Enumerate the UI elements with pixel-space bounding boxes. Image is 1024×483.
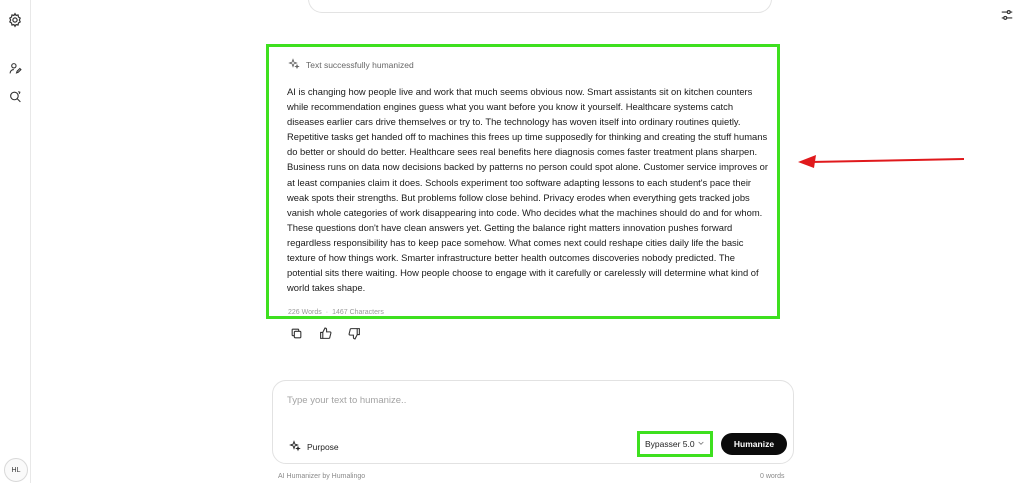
previous-message-card bbox=[308, 0, 772, 13]
footer-credit: AI Humanizer by Humalingo bbox=[278, 473, 366, 480]
status-line: Text successfully humanized bbox=[288, 58, 414, 72]
purpose-label: Purpose bbox=[307, 442, 339, 452]
input-card: Purpose Bypasser 5.0 Humanize bbox=[272, 380, 794, 464]
chevron-down-icon bbox=[697, 439, 705, 449]
search-refresh-icon[interactable] bbox=[5, 86, 25, 106]
text-stats: 226 Words · 1467 Characters bbox=[288, 309, 384, 316]
stats-separator: · bbox=[325, 309, 329, 316]
arrow-annotation-icon bbox=[798, 155, 965, 168]
model-label: Bypasser 5.0 bbox=[645, 439, 695, 449]
gear-icon[interactable] bbox=[5, 10, 25, 30]
humanized-text: AI is changing how people live and work … bbox=[287, 86, 768, 294]
input-word-count: 0 words bbox=[760, 473, 785, 480]
avatar[interactable]: HL bbox=[4, 458, 28, 482]
humanize-input[interactable] bbox=[287, 395, 767, 406]
status-text: Text successfully humanized bbox=[306, 60, 414, 70]
sparkle-icon bbox=[289, 440, 301, 454]
purpose-button[interactable]: Purpose bbox=[289, 440, 339, 454]
thumbs-down-icon[interactable] bbox=[348, 327, 361, 340]
humanized-output-panel: Text successfully humanized AI is changi… bbox=[266, 44, 780, 319]
character-count: 1467 Characters bbox=[332, 309, 384, 316]
sparkle-icon bbox=[288, 58, 300, 72]
copy-icon[interactable] bbox=[290, 327, 303, 340]
humanize-button[interactable]: Humanize bbox=[721, 433, 787, 455]
sliders-icon[interactable] bbox=[1000, 8, 1016, 24]
thumbs-up-icon[interactable] bbox=[319, 327, 332, 340]
output-actions bbox=[290, 327, 361, 340]
user-edit-icon[interactable] bbox=[5, 58, 25, 78]
model-select[interactable]: Bypasser 5.0 bbox=[637, 431, 713, 457]
word-count: 226 Words bbox=[288, 309, 322, 316]
sidebar: HL bbox=[0, 0, 31, 483]
